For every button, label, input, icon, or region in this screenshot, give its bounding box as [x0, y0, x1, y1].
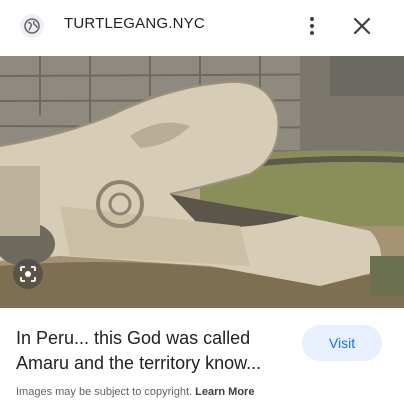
more-vertical-icon[interactable]: [302, 12, 322, 40]
close-icon[interactable]: [350, 14, 374, 38]
learn-more-link[interactable]: Learn More: [195, 386, 254, 398]
copyright-text: Images may be subject to copyright.: [16, 386, 193, 398]
globe-icon: [20, 14, 44, 38]
site-name[interactable]: TURTLEGANG.NYC: [64, 15, 205, 32]
lens-search-icon[interactable]: [13, 259, 43, 289]
result-title-line1: In Peru... this God was called: [16, 328, 251, 348]
result-title-line2: Amaru and the territory know...: [16, 353, 262, 373]
copyright-notice: Images may be subject to copyright. Lear…: [16, 386, 254, 398]
result-title[interactable]: In Peru... this God was called Amaru and…: [16, 326, 296, 376]
top-bar: TURTLEGANG.NYC: [0, 0, 404, 52]
result-image[interactable]: [0, 56, 404, 308]
visit-button[interactable]: Visit: [302, 325, 382, 361]
